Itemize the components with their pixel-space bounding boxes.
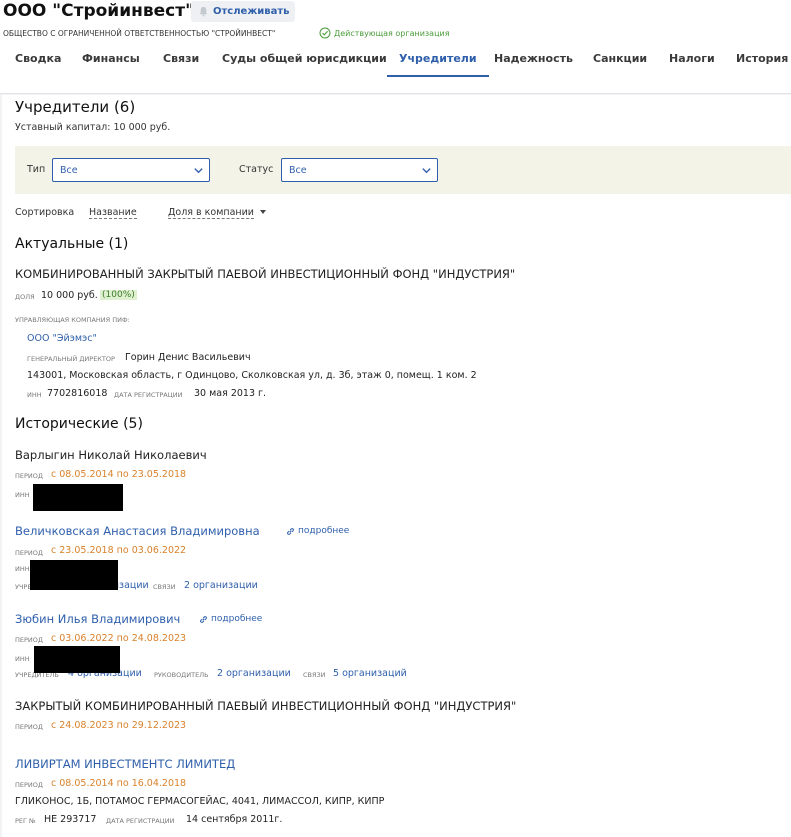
period-caption: период	[15, 549, 43, 557]
period-caption: период	[15, 723, 43, 731]
period-value: с 08.05.2014 по 16.04.2018	[51, 778, 187, 789]
manager-company-link[interactable]: ООО "Эйэмэс"	[27, 333, 97, 344]
reg-no-value: НЕ 293717	[44, 814, 97, 825]
share-caption: доля	[15, 293, 35, 301]
tab-summary[interactable]: Сводка	[15, 50, 61, 77]
reg-date-value: 14 сентября 2011г.	[186, 814, 283, 825]
tab-sanctions[interactable]: Санкции	[593, 50, 647, 77]
status-text: Действующая организация	[334, 28, 450, 38]
period-value: с 23.05.2018 по 03.06.2022	[51, 545, 187, 556]
manager-caption: управляющая компания пиф:	[15, 316, 130, 324]
inn-caption: инн	[15, 655, 30, 663]
redacted-inn	[33, 484, 123, 511]
period-value: с 03.06.2022 по 24.08.2023	[51, 633, 187, 644]
period-value: с 08.05.2014 по 23.05.2018	[51, 469, 187, 480]
company-title: ООО "Стройинвест"	[3, 1, 194, 21]
track-button-label: Отслеживать	[213, 6, 290, 17]
tab-taxes[interactable]: Налоги	[669, 50, 715, 77]
links-caption: связи	[303, 671, 326, 679]
chevron-down-icon	[194, 168, 203, 174]
link-icon	[287, 527, 294, 535]
page-title: Учредители (6)	[15, 98, 136, 116]
redacted-inn	[30, 560, 118, 590]
manager-inn: 7702816018	[47, 388, 108, 399]
director-count-link[interactable]: 2 организации	[217, 668, 291, 679]
chevron-down-icon	[422, 168, 431, 174]
type-select-value: Все	[60, 165, 78, 176]
reg-no-caption: рег №	[15, 817, 36, 825]
manager-address: 143001, Московская область, г Одинцово, …	[27, 370, 477, 381]
status-select[interactable]: Все	[281, 158, 438, 182]
sort-label: Сортировка	[15, 207, 75, 218]
inn-caption: инн	[15, 491, 30, 499]
inn-caption: инн	[27, 391, 42, 399]
redacted-inn	[34, 646, 120, 673]
current-heading: Актуальные (1)	[15, 236, 129, 252]
historical-founder-name: Варлыгин Николай Николаевич	[15, 448, 207, 462]
more-link[interactable]: подробнее	[199, 614, 262, 624]
more-link-label: подробнее	[211, 614, 263, 624]
tab-finance[interactable]: Финансы	[82, 50, 140, 77]
links-count-link[interactable]: 5 организаций	[333, 668, 407, 679]
type-select[interactable]: Все	[52, 158, 210, 182]
current-founder-name: КОМБИНИРОВАННЫЙ ЗАКРЫТЫЙ ПАЕВОЙ ИНВЕСТИЦ…	[15, 267, 516, 281]
link-icon	[200, 615, 207, 623]
historical-founder-link[interactable]: ЛИВИРТАМ ИНВЕСТМЕНТС ЛИМИТЕД	[15, 757, 235, 771]
gen-director-name: Горин Денис Васильевич	[125, 352, 251, 363]
tab-reliability[interactable]: Надежность	[494, 50, 573, 77]
links-caption: связи	[153, 583, 176, 591]
historical-founder-link[interactable]: Зюбин Илья Владимирович	[15, 612, 180, 626]
status-badge: Действующая организация	[319, 27, 450, 39]
historical-heading: Исторические (5)	[15, 416, 143, 432]
reg-date-caption: дата регистрации	[114, 391, 183, 399]
track-button[interactable]: Отслеживать	[191, 1, 296, 22]
company-header: ООО "Стройинвест" Отслеживать ОБЩЕСТВО С…	[0, 0, 791, 94]
more-link[interactable]: подробнее	[286, 526, 349, 536]
gen-director-caption: генеральный директор	[27, 355, 115, 363]
period-caption: период	[15, 472, 43, 480]
period-caption: период	[15, 781, 43, 789]
director-caption: руководитель	[154, 671, 209, 679]
tab-courts[interactable]: Суды общей юрисдикции	[222, 50, 387, 77]
legal-name: ОБЩЕСТВО С ОГРАНИЧЕННОЙ ОТВЕТСТВЕННОСТЬЮ…	[3, 29, 276, 38]
share-value: 10 000 руб.	[41, 290, 98, 301]
status-select-value: Все	[289, 165, 307, 176]
bell-icon	[199, 6, 208, 17]
reg-date-caption: дата регистрации	[106, 817, 175, 825]
links-count-link[interactable]: 2 организации	[184, 580, 258, 591]
charter-capital: Уставный капитал: 10 000 руб.	[15, 122, 171, 133]
caret-down-icon[interactable]	[259, 209, 267, 215]
status-filter-label: Статус	[239, 164, 274, 175]
sort-by-share[interactable]: Доля в компании	[168, 207, 254, 219]
tab-founders[interactable]: Учредители	[387, 50, 489, 77]
inn-caption: инн	[15, 565, 30, 573]
historical-founder-link[interactable]: Величковская Анастасия Владимировна	[15, 524, 260, 538]
type-filter-label: Тип	[27, 164, 46, 175]
period-caption: период	[15, 636, 43, 644]
sort-by-name[interactable]: Название	[89, 207, 137, 219]
more-link-label: подробнее	[298, 526, 350, 536]
tab-links[interactable]: Связи	[163, 50, 199, 77]
tab-history[interactable]: История	[736, 50, 788, 77]
manager-reg-date: 30 мая 2013 г.	[194, 388, 267, 399]
share-percent: (100%)	[100, 290, 137, 300]
historical-founder-name: ЗАКРЫТЫЙ КОМБИНИРОВАННЫЙ ПАЕВЫЙ ИНВЕСТИЦ…	[15, 699, 517, 713]
tab-bar: Сводка Финансы Связи Суды общей юрисдикц…	[0, 50, 791, 78]
check-circle-icon	[319, 27, 331, 39]
period-value: с 24.08.2023 по 29.12.2023	[51, 720, 187, 731]
founder-address: ГЛИКОНОС, 1Б, ПОТАМОС ГЕРМАСОГЕЙАС, 4041…	[15, 796, 385, 807]
